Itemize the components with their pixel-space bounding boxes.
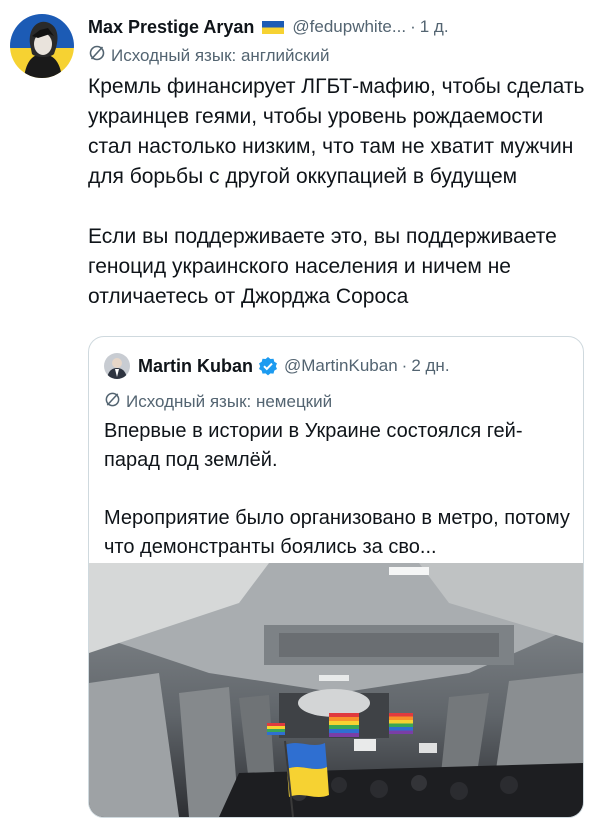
ukraine-flag-icon <box>262 20 285 34</box>
quoted-source-language-label: Исходный язык: немецкий <box>126 392 333 411</box>
separator-dot: · <box>410 17 416 36</box>
tweet-header: Max Prestige Aryan @fedupwhite... · 1 д. <box>88 14 585 40</box>
quoted-paragraph-2: Мероприятие было организовано в метро, п… <box>104 507 570 558</box>
quoted-tweet-media[interactable] <box>89 563 583 817</box>
tweet-text: Кремль финансирует ЛГБТ-мафию, чтобы сде… <box>88 72 588 312</box>
quoted-author-name[interactable]: Martin Kuban <box>138 356 253 377</box>
quoted-tweet-header: Martin Kuban @MartinKuban · 2 дн. <box>104 353 450 379</box>
quoted-tweet[interactable]: Martin Kuban @MartinKuban · 2 дн. Исходн… <box>88 336 584 818</box>
quoted-tweet-text: Впервые в истории в Украине состоялся ге… <box>104 417 574 562</box>
source-language-row[interactable]: Исходный язык: английский <box>88 44 329 67</box>
quoted-author-avatar[interactable] <box>104 353 130 379</box>
tweet-paragraph-2: Если вы поддерживаете это, вы поддержива… <box>88 225 557 308</box>
quoted-tweet-time[interactable]: 2 дн. <box>411 356 449 376</box>
translate-icon <box>88 44 106 67</box>
source-language-label: Исходный язык: английский <box>111 45 330 65</box>
tweet-paragraph-1: Кремль финансирует ЛГБТ-мафию, чтобы сде… <box>88 75 585 188</box>
author-name[interactable]: Max Prestige Aryan <box>88 17 254 38</box>
verified-badge-icon <box>258 356 278 376</box>
translate-icon <box>104 391 121 413</box>
quoted-author-handle[interactable]: @MartinKuban <box>284 356 398 376</box>
quoted-source-language-row[interactable]: Исходный язык: немецкий <box>104 391 332 413</box>
author-handle[interactable]: @fedupwhite... <box>292 17 406 37</box>
tweet-time[interactable]: 1 д. <box>420 17 449 37</box>
author-avatar[interactable] <box>10 14 74 78</box>
quoted-paragraph-1: Впервые в истории в Украине состоялся ге… <box>104 420 523 471</box>
quoted-separator-dot: · <box>401 356 408 375</box>
